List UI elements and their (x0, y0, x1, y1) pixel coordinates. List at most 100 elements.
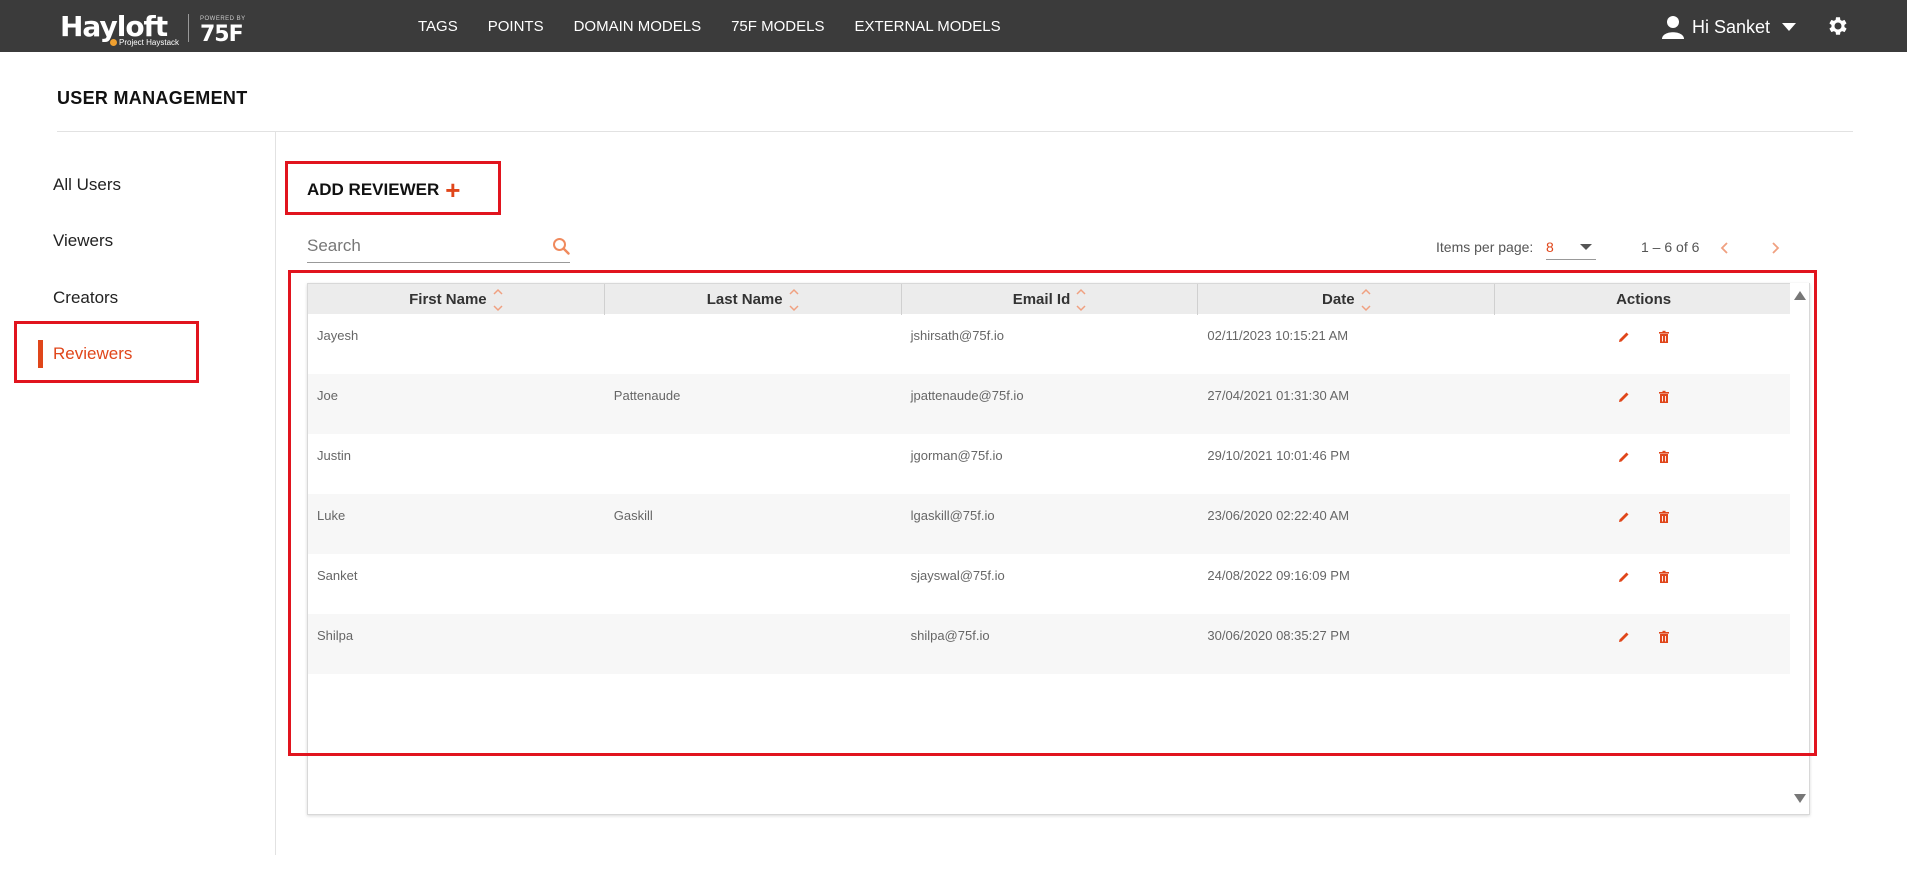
scroll-down-icon[interactable] (1794, 794, 1806, 803)
table-row: Jayesh jshirsath@75f.io 02/11/2023 10:15… (308, 314, 1792, 374)
active-indicator (38, 340, 43, 368)
edit-icon[interactable] (1617, 630, 1631, 644)
edit-icon[interactable] (1617, 390, 1631, 404)
cell-date: 24/08/2022 09:16:09 PM (1207, 568, 1350, 583)
edit-icon[interactable] (1617, 570, 1631, 584)
cell-first-name: Luke (317, 508, 346, 523)
cell-email: jshirsath@75f.io (910, 328, 1004, 343)
delete-icon[interactable] (1657, 510, 1671, 524)
cell-actions (1495, 374, 1792, 434)
cell-first-name: Shilpa (317, 628, 354, 643)
sort-icon[interactable] (493, 287, 503, 313)
logo-divider (188, 14, 189, 42)
cell-date: 23/06/2020 02:22:40 AM (1207, 508, 1350, 523)
delete-icon[interactable] (1657, 390, 1671, 404)
hayloft-logo[interactable]: Hayloft Project Haystack POWERED BY 75F (60, 10, 250, 47)
nav-tags[interactable]: TAGS (418, 18, 458, 35)
sidebar-item-creators[interactable]: Creators (53, 288, 118, 308)
search-icon[interactable] (552, 237, 570, 255)
search-input[interactable] (307, 233, 537, 259)
sort-icon[interactable] (789, 287, 799, 313)
cell-actions (1495, 314, 1792, 374)
table-scrollbar[interactable] (1790, 283, 1809, 813)
edit-icon[interactable] (1617, 510, 1631, 524)
cell-date: 29/10/2021 10:01:46 PM (1207, 448, 1350, 463)
logo-subtitle: Project Haystack (110, 38, 179, 47)
items-per-page-value: 8 (1546, 239, 1554, 255)
header-divider (57, 131, 1853, 132)
cell-email: shilpa@75f.io (910, 628, 990, 643)
nav-points[interactable]: POINTS (488, 18, 544, 35)
cell-actions (1495, 554, 1792, 614)
nav-75f-models[interactable]: 75F MODELS (731, 18, 824, 35)
sidebar-divider (275, 131, 276, 855)
column-header-email[interactable]: Email Id (902, 284, 1199, 315)
cell-last-name (605, 434, 902, 494)
sidebar-item-reviewers[interactable]: Reviewers (53, 344, 132, 364)
delete-icon[interactable] (1657, 630, 1671, 644)
add-reviewer-button[interactable]: ADD REVIEWER + (307, 175, 461, 205)
cell-actions (1495, 494, 1792, 554)
column-header-actions: Actions (1616, 291, 1672, 308)
delete-icon[interactable] (1657, 450, 1671, 464)
cell-email: jgorman@75f.io (910, 448, 1003, 463)
user-menu[interactable]: Hi Sanket (1662, 15, 1797, 39)
sidebar-item-viewers[interactable]: Viewers (53, 231, 113, 251)
table-row: Justin jgorman@75f.io 29/10/2021 10:01:4… (308, 434, 1792, 494)
nav-domain-models[interactable]: DOMAIN MODELS (574, 18, 702, 35)
table-body: Jayesh jshirsath@75f.io 02/11/2023 10:15… (308, 314, 1792, 674)
cell-last-name: Gaskill (613, 508, 653, 523)
cell-actions (1495, 434, 1792, 494)
cell-actions (1495, 614, 1792, 674)
main-nav: TAGS POINTS DOMAIN MODELS 75F MODELS EXT… (418, 0, 1031, 52)
table-row: Shilpa shilpa@75f.io 30/06/2020 08:35:27… (308, 614, 1792, 674)
page-title: USER MANAGEMENT (57, 88, 248, 108)
chevron-down-icon (1580, 244, 1592, 250)
user-greeting: Hi Sanket (1692, 16, 1771, 37)
items-per-page-select[interactable]: 8 (1546, 236, 1596, 260)
cell-email: jpattenaude@75f.io (910, 388, 1024, 403)
chevron-down-icon (1782, 23, 1797, 31)
delete-icon[interactable] (1657, 330, 1671, 344)
reviewers-table: First Name Last Name Email Id Date Actio… (307, 283, 1810, 815)
gear-icon[interactable] (1826, 14, 1850, 38)
next-page-icon[interactable] (1766, 238, 1784, 258)
plus-icon: + (445, 175, 461, 205)
cell-email: sjayswal@75f.io (910, 568, 1005, 583)
add-reviewer-label: ADD REVIEWER (307, 180, 440, 199)
nav-external-models[interactable]: EXTERNAL MODELS (854, 18, 1000, 35)
cell-date: 27/04/2021 01:31:30 AM (1207, 388, 1350, 403)
table-row: Sanket sjayswal@75f.io 24/08/2022 09:16:… (308, 554, 1792, 614)
edit-icon[interactable] (1617, 450, 1631, 464)
previous-page-icon[interactable] (1716, 238, 1734, 258)
cell-last-name: Pattenaude (613, 388, 681, 403)
sidebar-item-all-users[interactable]: All Users (53, 175, 121, 195)
sort-icon[interactable] (1076, 287, 1086, 313)
column-header-date[interactable]: Date (1198, 284, 1496, 315)
user-icon (1662, 16, 1684, 39)
cell-date: 02/11/2023 10:15:21 AM (1207, 328, 1349, 343)
cell-last-name (605, 614, 902, 674)
table-row: Joe Pattenaude jpattenaude@75f.io 27/04/… (308, 374, 1792, 434)
search-field (307, 233, 570, 263)
cell-first-name: Joe (317, 388, 338, 403)
cell-date: 30/06/2020 08:35:27 PM (1207, 628, 1350, 643)
items-per-page-label: Items per page: (1436, 239, 1534, 255)
column-header-first-name[interactable]: First Name (308, 284, 605, 315)
scroll-up-icon[interactable] (1794, 291, 1806, 300)
delete-icon[interactable] (1657, 570, 1671, 584)
table-row: Luke Gaskill lgaskill@75f.io 23/06/2020 … (308, 494, 1792, 554)
cell-last-name (605, 554, 902, 614)
column-header-last-name[interactable]: Last Name (605, 284, 902, 315)
haystack-dot-icon (110, 39, 117, 46)
sort-icon[interactable] (1361, 287, 1371, 313)
table-header: First Name Last Name Email Id Date Actio… (308, 283, 1792, 315)
top-navbar: Hayloft Project Haystack POWERED BY 75F … (0, 0, 1907, 52)
pagination-range: 1 – 6 of 6 (1641, 239, 1700, 255)
cell-first-name: Jayesh (317, 328, 359, 343)
cell-last-name (605, 314, 902, 374)
edit-icon[interactable] (1617, 330, 1631, 344)
cell-first-name: Sanket (317, 568, 358, 583)
cell-email: lgaskill@75f.io (910, 508, 995, 523)
partner-logo-text: 75F (200, 22, 244, 47)
